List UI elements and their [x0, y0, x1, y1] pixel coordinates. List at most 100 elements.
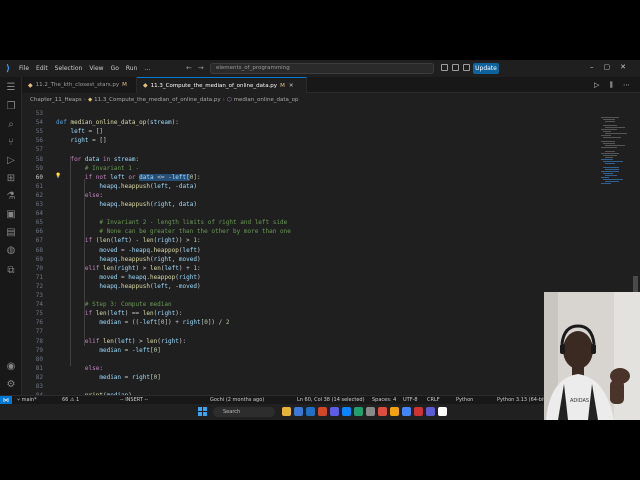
- code-line[interactable]: 71 moved = heapq.heappop(right): [22, 273, 600, 282]
- edge-icon[interactable]: [294, 407, 303, 416]
- lightbulb-icon[interactable]: 💡: [55, 173, 61, 179]
- update-button[interactable]: Update: [473, 63, 499, 74]
- code-line[interactable]: 69 heapq.heappush(right, moved): [22, 255, 600, 264]
- menu-edit[interactable]: Edit: [36, 65, 48, 72]
- testing-icon[interactable]: ⚗: [5, 191, 17, 203]
- teams-icon[interactable]: [330, 407, 339, 416]
- code-line[interactable]: 74 # Step 3: Compute median: [22, 300, 600, 309]
- menu-selection[interactable]: Selection: [55, 65, 83, 72]
- vscode-taskbar-icon[interactable]: [342, 407, 351, 416]
- code-line[interactable]: 66 # None can be greater than the other …: [22, 227, 600, 236]
- line-number: 53: [35, 110, 43, 117]
- code-line[interactable]: 83: [22, 382, 600, 391]
- code-text: right = []: [70, 137, 107, 145]
- app-icon[interactable]: [426, 407, 435, 416]
- tab-kth-closest-stars[interactable]: ◆ 11.2_The_kth_closest_stars.py M: [22, 77, 137, 93]
- code-line[interactable]: 63 heapq.heappush(right, data): [22, 200, 600, 209]
- extensions-icon[interactable]: ⊞: [5, 173, 17, 185]
- code-line[interactable]: 65 # Invariant 2 - length limits of righ…: [22, 218, 600, 227]
- app-icon[interactable]: [354, 407, 363, 416]
- tab-compute-median[interactable]: ◆ 11.3_Compute_the_median_of_online_data…: [137, 77, 307, 93]
- python-interpreter[interactable]: Python 3.13 (64-bit): [497, 397, 547, 403]
- code-line[interactable]: 70 elif len(right) > len(left) + 1:: [22, 264, 600, 273]
- menu-view[interactable]: View: [89, 65, 103, 72]
- code-line[interactable]: 72 heapq.heappush(left, -moved): [22, 282, 600, 291]
- code-line[interactable]: 81 else:: [22, 364, 600, 373]
- line-number: 63: [35, 201, 43, 208]
- code-line[interactable]: 80: [22, 355, 600, 364]
- editor-actions[interactable]: ▷ ⫼ ⋯: [594, 81, 634, 90]
- code-line[interactable]: 60 if not left or data <= -left[0]:: [22, 173, 600, 182]
- encoding[interactable]: UTF-8: [403, 397, 418, 403]
- code-line[interactable]: 68 moved = -heapq.heappop(left): [22, 246, 600, 255]
- code-line[interactable]: 56 right = []: [22, 136, 600, 145]
- chrome-icon[interactable]: [402, 407, 411, 416]
- breadcrumb-file[interactable]: 11.3_Compute_the_median_of_online_data.p…: [94, 97, 220, 103]
- code-line[interactable]: 55 left = []: [22, 127, 600, 136]
- menu-more[interactable]: …: [144, 65, 150, 72]
- remote-explorer-icon[interactable]: ▤: [5, 227, 17, 239]
- menu-run[interactable]: Run: [126, 65, 138, 72]
- office-icon[interactable]: [318, 407, 327, 416]
- code-text: elif len(right) > len(left) + 1:: [84, 264, 201, 272]
- menu-file[interactable]: File: [19, 65, 29, 72]
- file-explorer-icon[interactable]: [282, 407, 291, 416]
- code-line[interactable]: 53: [22, 109, 600, 118]
- github-icon[interactable]: ◍: [5, 245, 17, 257]
- code-text: heapq.heappush(left, -moved): [99, 282, 201, 290]
- line-number: 58: [35, 155, 43, 163]
- indentation[interactable]: Spaces: 4: [372, 397, 396, 403]
- explorer-icon[interactable]: ❐: [5, 101, 17, 113]
- branch-status[interactable]: ⑂ main*: [17, 397, 37, 403]
- code-line[interactable]: 64: [22, 209, 600, 218]
- command-center-search[interactable]: elements_of_programming: [210, 63, 434, 74]
- code-line[interactable]: 73: [22, 291, 600, 300]
- code-text: heapq.heappush(left, -data): [99, 182, 197, 190]
- code-line[interactable]: 67 if (len(left) - len(right)) > 1:: [22, 236, 600, 245]
- code-line[interactable]: 79 median = -left[0]: [22, 346, 600, 355]
- line-ending[interactable]: CRLF: [427, 397, 440, 403]
- taskbar-search[interactable]: Search: [213, 407, 275, 417]
- app-icon[interactable]: [414, 407, 423, 416]
- git-blame[interactable]: Gochi (2 months ago): [210, 397, 264, 403]
- code-line[interactable]: 75 if len(left) == len(right):: [22, 309, 600, 318]
- cursor-position[interactable]: Ln 60, Col 38 (14 selected): [297, 397, 365, 403]
- problems-status[interactable]: 66 ⚠ 1: [62, 397, 79, 403]
- minimap-line: [603, 125, 617, 126]
- breadcrumb-symbol[interactable]: median_online_data_op: [234, 97, 299, 103]
- toggle-sidebar-icon[interactable]: [441, 64, 448, 71]
- docker-icon[interactable]: ▣: [5, 209, 17, 221]
- close-icon[interactable]: ✕: [289, 83, 294, 89]
- language-mode[interactable]: Python: [456, 397, 473, 403]
- code-line[interactable]: 62 else:: [22, 191, 600, 200]
- code-line[interactable]: 76 median = ((-left[0]) + right[0]) / 2: [22, 318, 600, 327]
- run-debug-icon[interactable]: ▷: [5, 155, 17, 167]
- store-icon[interactable]: [306, 407, 315, 416]
- extension-icon[interactable]: ⧉: [5, 265, 17, 277]
- nav-arrows[interactable]: ←→: [186, 64, 210, 72]
- toggle-secondary-sidebar-icon[interactable]: [463, 64, 470, 71]
- account-icon[interactable]: ◉: [5, 361, 17, 373]
- code-line[interactable]: 61 heapq.heappush(left, -data): [22, 182, 600, 191]
- breadcrumb-folder[interactable]: Chapter_11_Heaps: [30, 97, 82, 103]
- source-control-icon[interactable]: ⑂: [5, 137, 17, 149]
- app-icon[interactable]: [378, 407, 387, 416]
- window-controls[interactable]: –▢✕: [590, 63, 636, 71]
- toggle-panel-icon[interactable]: [452, 64, 459, 71]
- code-line[interactable]: 59 # Invariant 1 -: [22, 164, 600, 173]
- code-line[interactable]: 57: [22, 145, 600, 154]
- search-icon[interactable]: ⌕: [5, 119, 17, 131]
- code-line[interactable]: 82 median = right[0]: [22, 373, 600, 382]
- code-editor[interactable]: 53 54 def median_online_data_op(stream): 55…: [22, 106, 600, 400]
- app-icon[interactable]: [390, 407, 399, 416]
- code-line[interactable]: 78 elif len(left) > len(right):: [22, 337, 600, 346]
- menu-go[interactable]: Go: [111, 65, 119, 72]
- menu-icon[interactable]: ☰: [5, 82, 17, 94]
- app-icon[interactable]: [438, 407, 447, 416]
- gear-icon[interactable]: ⚙: [5, 379, 17, 391]
- code-line[interactable]: 58 for data in stream:: [22, 155, 600, 164]
- code-line[interactable]: 77: [22, 327, 600, 336]
- code-line[interactable]: 54 def median_online_data_op(stream):: [22, 118, 600, 127]
- terminal-icon[interactable]: [366, 407, 375, 416]
- windows-start-icon[interactable]: [198, 407, 208, 417]
